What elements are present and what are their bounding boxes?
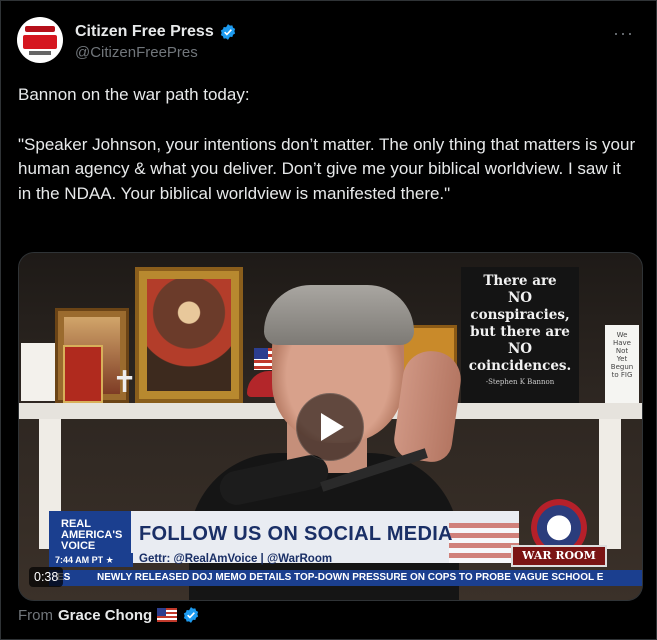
tweet-text-quote: "Speaker Johnson, your intentions don’t … (18, 134, 636, 203)
sign-line: There are (483, 273, 557, 289)
eagle-icon (531, 499, 587, 547)
video-card-left (21, 343, 57, 401)
avatar-logo-bar (25, 26, 55, 32)
video-player[interactable]: ✝ There are NO conspiracies, but there a… (18, 252, 643, 601)
tweet-text: Bannon on the war path today: "Speaker J… (18, 83, 638, 206)
play-icon (321, 413, 344, 441)
lower-third-flag (449, 523, 519, 563)
display-name[interactable]: Citizen Free Press (75, 23, 214, 41)
tweet-card: Citizen Free Press @CitizenFreePres ··· … (0, 0, 657, 640)
sign-signature: -Stephen K Bannon (485, 378, 555, 386)
handle[interactable]: @CitizenFreePres (75, 44, 237, 61)
card-line: Have (612, 339, 631, 347)
video-icon-painting (63, 345, 103, 403)
attribution-from-label: From (18, 606, 53, 624)
avatar[interactable] (17, 17, 63, 63)
play-button[interactable] (296, 393, 364, 461)
sign-line: but there are (470, 324, 570, 340)
card-line: to FIG (611, 371, 633, 379)
card-line: Not (615, 347, 629, 355)
video-frame-portrait (135, 267, 243, 403)
sign-line: NO (507, 290, 533, 306)
author-name-row[interactable]: Citizen Free Press (75, 23, 237, 41)
card-line: Yet (616, 355, 628, 363)
attribution-name[interactable]: Grace Chong (58, 607, 152, 624)
sign-line: conspiracies, (470, 307, 570, 323)
more-options-icon[interactable]: ··· (613, 23, 634, 44)
video-attribution: From Grace Chong (18, 606, 200, 624)
avatar-logo-block (23, 35, 57, 49)
avatar-logo-base (29, 51, 51, 55)
warroom-label: WAR ROOM (511, 545, 607, 567)
sign-line: coincidences. (468, 358, 572, 374)
broadcast-time: 7:44 AM PT ★ (49, 553, 133, 567)
warroom-logo: WAR ROOM (511, 499, 607, 575)
sign-line: NO (507, 341, 533, 357)
video-sign: There are NO conspiracies, but there are… (461, 267, 579, 405)
author-block: Citizen Free Press @CitizenFreePres (75, 23, 237, 61)
ticker-text: NEWLY RELEASED DOJ MEMO DETAILS TOP-DOWN… (97, 572, 604, 583)
video-duration: 0:38 (29, 567, 64, 587)
news-ticker: ES NEWLY RELEASED DOJ MEMO DETAILS TOP-D… (49, 570, 642, 586)
us-flag-icon (157, 608, 178, 622)
video-card-right: We Have Not Yet Begun to FIG (605, 325, 639, 403)
tweet-text-line1: Bannon on the war path today: (18, 85, 250, 104)
verified-badge-icon (220, 24, 235, 40)
verified-badge-icon (184, 607, 199, 623)
card-line: Begun (610, 363, 634, 371)
card-line: We (616, 331, 628, 339)
rav-logo-line: VOICE (61, 540, 96, 552)
lower-third-title: FOLLOW US ON SOCIAL MEDIA (139, 523, 453, 545)
lower-third-subtitle: Gettr: @RealAmVoice | @WarRoom (139, 553, 333, 565)
video-cross-icon: ✝ (112, 366, 138, 399)
video-person-hair (264, 285, 414, 345)
